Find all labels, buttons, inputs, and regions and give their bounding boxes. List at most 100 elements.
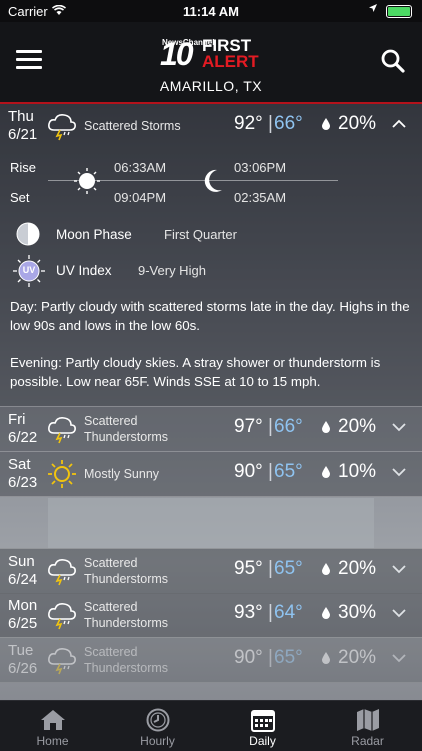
chevron-down-icon[interactable] bbox=[392, 467, 406, 477]
battery-icon bbox=[386, 5, 412, 18]
uv-index-label: UV Index bbox=[56, 263, 112, 278]
station-logo: 10 NewsChannel FIRST ALERT bbox=[160, 36, 264, 72]
precip-chance: 20% bbox=[338, 647, 377, 668]
search-icon[interactable] bbox=[380, 48, 406, 74]
map-icon bbox=[357, 709, 379, 731]
cloud-storm-icon bbox=[48, 648, 76, 675]
evening-description-text: : Partly cloudy skies. A stray shower or… bbox=[10, 355, 381, 389]
low-temp: 65° bbox=[274, 558, 303, 579]
cloud-storm-icon bbox=[48, 603, 76, 630]
chevron-up-icon[interactable] bbox=[392, 119, 406, 129]
day-label: Mon 6/25 bbox=[8, 597, 38, 632]
status-bar: Carrier 11:14 AM bbox=[0, 0, 422, 22]
sunrise-time: 06:33AM bbox=[114, 160, 167, 175]
low-temp: 64° bbox=[274, 602, 303, 623]
precip-chance: 20% bbox=[338, 558, 377, 579]
sunset-time: 09:04PM bbox=[114, 190, 167, 205]
menu-icon[interactable] bbox=[16, 50, 42, 70]
condition-text: Scattered Thunderstorms bbox=[84, 645, 169, 675]
moon-phase-label: Moon Phase bbox=[56, 227, 132, 242]
sun-icon bbox=[48, 460, 76, 488]
tab-home[interactable]: Home bbox=[0, 701, 105, 751]
cloud-storm-icon bbox=[48, 559, 76, 586]
tab-radar-label: Radar bbox=[351, 734, 384, 748]
tab-daily[interactable]: Daily bbox=[210, 701, 315, 751]
logo-alert: ALERT bbox=[202, 52, 259, 71]
calendar-icon bbox=[251, 710, 275, 732]
forecast-row-sat[interactable]: Sat 6/23 Mostly Sunny 90° | 65° 10% bbox=[0, 452, 422, 497]
condition-text: Scattered Thunderstorms bbox=[84, 414, 169, 444]
moonrise-time: 03:06PM bbox=[234, 160, 287, 175]
condition-text: Scattered Thunderstorms bbox=[84, 556, 169, 586]
low-temp: 65° bbox=[274, 461, 303, 482]
day-label: Sat 6/23 bbox=[8, 456, 38, 491]
high-temp: 90° bbox=[234, 461, 263, 482]
sunrise-icon bbox=[74, 168, 100, 194]
precip-chance: 10% bbox=[338, 461, 377, 482]
raindrop-icon bbox=[322, 118, 330, 130]
tab-hourly[interactable]: Hourly bbox=[105, 701, 210, 751]
forecast-row-tue[interactable]: Tue 6/26 Scattered Thunderstorms 90° | 65° … bbox=[0, 638, 422, 683]
tab-hourly-label: Hourly bbox=[140, 734, 175, 748]
day-description: Day: Partly cloudy with scattered storms… bbox=[10, 297, 410, 335]
tab-bar: Home Hourly Daily Radar bbox=[0, 700, 422, 751]
day-label: Fri 6/22 bbox=[8, 411, 38, 446]
low-temp: 66° bbox=[274, 416, 303, 437]
moon-icon bbox=[204, 169, 222, 192]
high-temp: 97° bbox=[234, 416, 263, 437]
chevron-down-icon[interactable] bbox=[392, 422, 406, 432]
condition-text: Scattered Storms bbox=[84, 119, 181, 133]
moon-phase-icon bbox=[16, 222, 40, 246]
day-label: Thu 6/21 bbox=[8, 108, 38, 143]
tab-home-label: Home bbox=[36, 734, 69, 748]
day-label: Sun 6/24 bbox=[8, 553, 38, 588]
clock-icon bbox=[146, 708, 170, 732]
forecast-row-sun[interactable]: Sun 6/24 Scattered Thunderstorms 95° | 65° … bbox=[0, 548, 422, 594]
precip-chance: 20% bbox=[338, 113, 377, 134]
precip-chance: 20% bbox=[338, 416, 377, 437]
rise-label: Rise bbox=[10, 160, 37, 175]
raindrop-icon bbox=[322, 466, 330, 478]
raindrop-icon bbox=[322, 652, 330, 664]
logo-first-alert: FIRST ALERT bbox=[202, 37, 259, 71]
condition-text: Mostly Sunny bbox=[84, 467, 160, 481]
day-description-label: Day bbox=[10, 299, 34, 314]
chevron-down-icon[interactable] bbox=[392, 608, 406, 618]
high-temp: 90° bbox=[234, 647, 263, 668]
moonset-time: 02:35AM bbox=[234, 190, 287, 205]
high-temp: 92° bbox=[234, 113, 263, 134]
uv-icon-text: UV bbox=[22, 265, 36, 275]
low-temp: 65° bbox=[274, 647, 303, 668]
city-label: AMARILLO, TX bbox=[159, 78, 263, 94]
raindrop-icon bbox=[322, 563, 330, 575]
tab-daily-label: Daily bbox=[249, 734, 276, 748]
forecast-row-fri[interactable]: Fri 6/22 Scattered Thunderstorms 97° | 66° … bbox=[0, 407, 422, 452]
tab-radar[interactable]: Radar bbox=[315, 701, 420, 751]
condition-text: Scattered Thunderstorms bbox=[84, 600, 169, 630]
low-temp: 66° bbox=[274, 113, 303, 134]
evening-description: Evening: Partly cloudy skies. A stray sh… bbox=[10, 353, 410, 391]
cloud-storm-icon bbox=[48, 114, 76, 141]
uv-icon: UV bbox=[12, 254, 46, 288]
set-label: Set bbox=[10, 190, 30, 205]
location-arrow-icon bbox=[369, 4, 377, 12]
daily-forecast-list[interactable]: Thu 6/21 Scattered Storms 92° | 66° 20% R… bbox=[0, 104, 422, 700]
app-header: 10 NewsChannel FIRST ALERT AMARILLO, TX bbox=[0, 22, 422, 104]
day-label: Tue 6/26 bbox=[8, 642, 38, 677]
clock: 11:14 AM bbox=[183, 4, 239, 19]
chevron-down-icon[interactable] bbox=[392, 564, 406, 574]
uv-index-value: 9-Very High bbox=[138, 263, 206, 278]
high-temp: 95° bbox=[234, 558, 263, 579]
raindrop-icon bbox=[322, 421, 330, 433]
cloud-storm-icon bbox=[48, 417, 76, 444]
high-temp: 93° bbox=[234, 602, 263, 623]
forecast-row-mon[interactable]: Mon 6/25 Scattered Thunderstorms 93° | 64° … bbox=[0, 593, 422, 638]
day-description-text: : Partly cloudy with scattered storms la… bbox=[10, 299, 410, 333]
raindrop-icon bbox=[322, 607, 330, 619]
day-detail-expanded[interactable]: Thu 6/21 Scattered Storms 92° | 66° 20% R… bbox=[0, 104, 422, 407]
moon-phase-value: First Quarter bbox=[164, 227, 237, 242]
home-icon bbox=[41, 710, 65, 730]
evening-description-label: Evening bbox=[10, 355, 59, 370]
ad-placeholder bbox=[48, 498, 374, 548]
chevron-down-icon[interactable] bbox=[392, 653, 406, 663]
